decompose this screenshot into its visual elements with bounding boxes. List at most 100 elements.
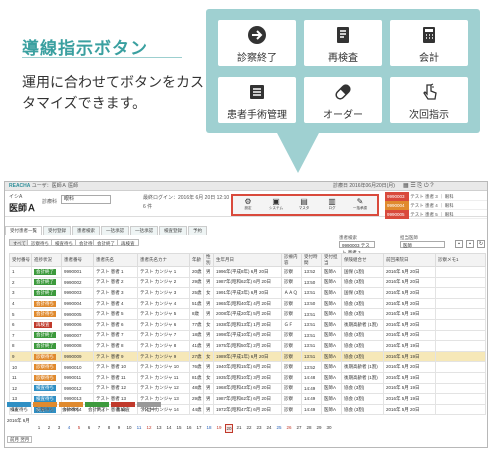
memo-cell[interactable] xyxy=(435,287,486,299)
table-row[interactable]: 10 診察待ち 9990010 テスト 患者 10 テスト カンジャ 10 76歳男 194… xyxy=(9,361,486,373)
calendar-day[interactable]: 12 xyxy=(145,424,153,431)
calendar-day[interactable]: 23 xyxy=(255,424,263,431)
calendar-day[interactable]: 11 xyxy=(135,424,143,431)
log-button[interactable]: ▥ ログ xyxy=(321,197,343,214)
filter-reexam[interactable]: 再検査 xyxy=(117,239,139,246)
table-row[interactable]: 12 検査待ち 9990012 テスト 患者 12 テスト カンジャ 12 48歳男 196… xyxy=(9,382,486,395)
calendar-day[interactable]: 22 xyxy=(245,424,253,431)
calendar-day[interactable]: 9 xyxy=(115,424,123,431)
filter-waiting-exam[interactable]: 診察待ち xyxy=(27,239,53,246)
order-button[interactable]: オーダー xyxy=(304,77,382,123)
calendar-day[interactable]: 3 xyxy=(55,424,63,431)
calendar-day[interactable]: 24 xyxy=(265,424,273,431)
tab-patient-search[interactable]: 患者検索 xyxy=(72,226,100,235)
memo-cell[interactable] xyxy=(435,266,486,278)
calendar-day[interactable]: 21 xyxy=(235,424,243,431)
calendar-day[interactable]: 30 xyxy=(325,424,333,431)
memo-cell[interactable] xyxy=(435,276,486,289)
memo-cell[interactable] xyxy=(435,382,486,395)
window-controls[interactable]: ▦ ☰ ⎘ ⏻ ? xyxy=(403,182,434,191)
column-header[interactable]: 患者氏名カナ xyxy=(137,253,190,267)
calendar-day[interactable]: 1 xyxy=(35,424,43,431)
table-row[interactable]: 9 診察待ち 9990009 テスト 患者 9 テスト カンジャ 9 27歳女 1989年(… xyxy=(9,350,486,363)
table-row[interactable]: 11 診察待ち 9990011 テスト 患者 11 テスト カンジャ 11 81歳女 193… xyxy=(9,371,486,384)
calendar-day[interactable]: 20 xyxy=(225,424,233,433)
next-instruction-button[interactable]: 次回指示 xyxy=(390,77,468,123)
memo-cell[interactable] xyxy=(435,329,486,342)
calendar-day[interactable]: 2 xyxy=(45,424,53,431)
column-header[interactable]: 進捗状況 xyxy=(31,253,62,267)
print-icon[interactable]: ▪ xyxy=(466,240,474,248)
table-row[interactable]: 6 再検査 9990006 テスト 患者 6 テスト カンジャ 6 77歳女 1938年(昭… xyxy=(9,318,486,331)
filter-billing-done[interactable]: 会計終了 xyxy=(93,239,119,246)
column-header[interactable]: 保険組合せ xyxy=(341,253,384,267)
finish-exam-button[interactable]: 診察終了 xyxy=(218,20,296,66)
doctor-filter-select[interactable]: 医師 xyxy=(400,241,445,248)
recent-patient-row[interactable]: 9990005 テスト 患者 5 ｜ 眼科 xyxy=(385,210,487,219)
recent-patient-row[interactable]: 9990004 テスト 患者 4 ｜ 眼科 xyxy=(385,201,487,210)
calendar-day[interactable]: 7 xyxy=(95,424,103,431)
department-select[interactable]: 眼科 xyxy=(61,195,111,204)
tab-exam-register[interactable]: 検査登録 xyxy=(159,226,187,235)
memo-cell[interactable] xyxy=(435,340,486,352)
calendar-day[interactable]: 10 xyxy=(125,424,133,431)
memo-cell[interactable] xyxy=(435,297,486,310)
table-row[interactable]: 8 会計終了 9990008 テスト 患者 8 テスト カンジャ 8 41歳男 1975年(… xyxy=(9,340,486,352)
column-header[interactable]: 生年月日 xyxy=(213,253,282,267)
table-row[interactable]: 1 会計終了 9990001 テスト 患者 1 テスト カンジャ 1 20歳男 1996年(… xyxy=(9,266,486,278)
column-header[interactable]: 診察メモ1 xyxy=(435,253,486,267)
table-row[interactable]: 4 会計待ち 9990004 テスト 患者 4 テスト カンジャ 4 51歳男 1965年(… xyxy=(9,297,486,310)
calendar-day[interactable]: 8 xyxy=(105,424,113,431)
calendar-day[interactable]: 26 xyxy=(285,424,293,431)
settings-button[interactable]: ⚙ 設定 xyxy=(237,197,259,214)
column-header[interactable]: 受付時間 xyxy=(301,253,322,267)
table-row[interactable]: 3 会計終了 9990003 テスト 患者 3 テスト カンジャ 3 25歳女 1991年(… xyxy=(9,287,486,299)
calendar-day[interactable]: 16 xyxy=(185,424,193,431)
calendar-day[interactable]: 25 xyxy=(275,424,283,431)
column-header[interactable]: 患者番号 xyxy=(61,253,94,267)
calendar-day[interactable]: 18 xyxy=(205,424,213,431)
column-header[interactable]: 患者氏名 xyxy=(93,253,138,267)
patient-search-input[interactable]: 9990003 テスト 患者 3 xyxy=(339,241,375,255)
table-row[interactable]: 2 会計終了 9990002 テスト 患者 2 テスト カンジャ 2 29歳男 1987年(… xyxy=(9,276,486,289)
column-header[interactable]: 性別 xyxy=(203,253,214,267)
calendar-day[interactable]: 14 xyxy=(165,424,173,431)
system-button[interactable]: ▣ システム xyxy=(265,197,287,214)
memo-cell[interactable] xyxy=(435,403,486,416)
tab-reception-register[interactable]: 受付登録 xyxy=(43,226,71,235)
tab-bulk-approve-2[interactable]: 一括承認 xyxy=(130,226,158,235)
save-icon[interactable]: ▪ xyxy=(455,240,463,248)
tab-reservation[interactable]: 予約 xyxy=(188,226,207,235)
memo-cell[interactable] xyxy=(435,318,486,331)
calendar-day[interactable]: 19 xyxy=(215,424,223,431)
column-header[interactable]: 受付担当 xyxy=(321,253,342,267)
patient-surgery-management-button[interactable]: 患者手術管理 xyxy=(218,77,296,123)
calendar-day[interactable]: 4 xyxy=(65,424,73,431)
calendar-day[interactable]: 28 xyxy=(305,424,313,431)
memo-cell[interactable] xyxy=(435,361,486,373)
calendar-day[interactable]: 13 xyxy=(155,424,163,431)
reexamination-button[interactable]: 再検査 xyxy=(304,20,382,66)
column-header[interactable]: 前回来院日 xyxy=(383,253,436,267)
recent-patient-row[interactable]: 9990003 テスト 患者 3 ｜ 眼科 xyxy=(385,192,487,201)
master-button[interactable]: ▤ マスタ xyxy=(293,197,315,214)
calendar-nav-buttons[interactable]: 前月 翌月 xyxy=(7,436,33,443)
accounting-button[interactable]: 会計 xyxy=(390,20,468,66)
tab-bulk-approve[interactable]: 一括承認 xyxy=(101,226,129,235)
column-header[interactable]: 診療内容 xyxy=(281,253,302,267)
memo-cell[interactable] xyxy=(435,350,486,363)
memo-cell[interactable] xyxy=(435,393,486,405)
memo-cell[interactable] xyxy=(435,308,486,320)
column-header[interactable]: 受付番号 xyxy=(9,253,32,267)
calendar-day[interactable]: 27 xyxy=(295,424,303,431)
tab-reception-list[interactable]: 受付患者一覧 xyxy=(5,226,42,235)
calendar-day[interactable]: 5 xyxy=(75,424,83,431)
calendar-day[interactable]: 17 xyxy=(195,424,203,431)
calendar-day[interactable]: 15 xyxy=(175,424,183,431)
column-header[interactable]: 年齢 xyxy=(189,253,204,267)
calendar-day[interactable]: 6 xyxy=(85,424,93,431)
bulk-approve-button[interactable]: ✎ 一括承認 xyxy=(349,197,371,214)
table-row[interactable]: 5 会計待ち 9990005 テスト 患者 5 テスト カンジャ 5 8歳男 2008年(平… xyxy=(9,308,486,320)
memo-cell[interactable] xyxy=(435,371,486,384)
refresh-icon[interactable]: ↻ xyxy=(477,240,485,248)
